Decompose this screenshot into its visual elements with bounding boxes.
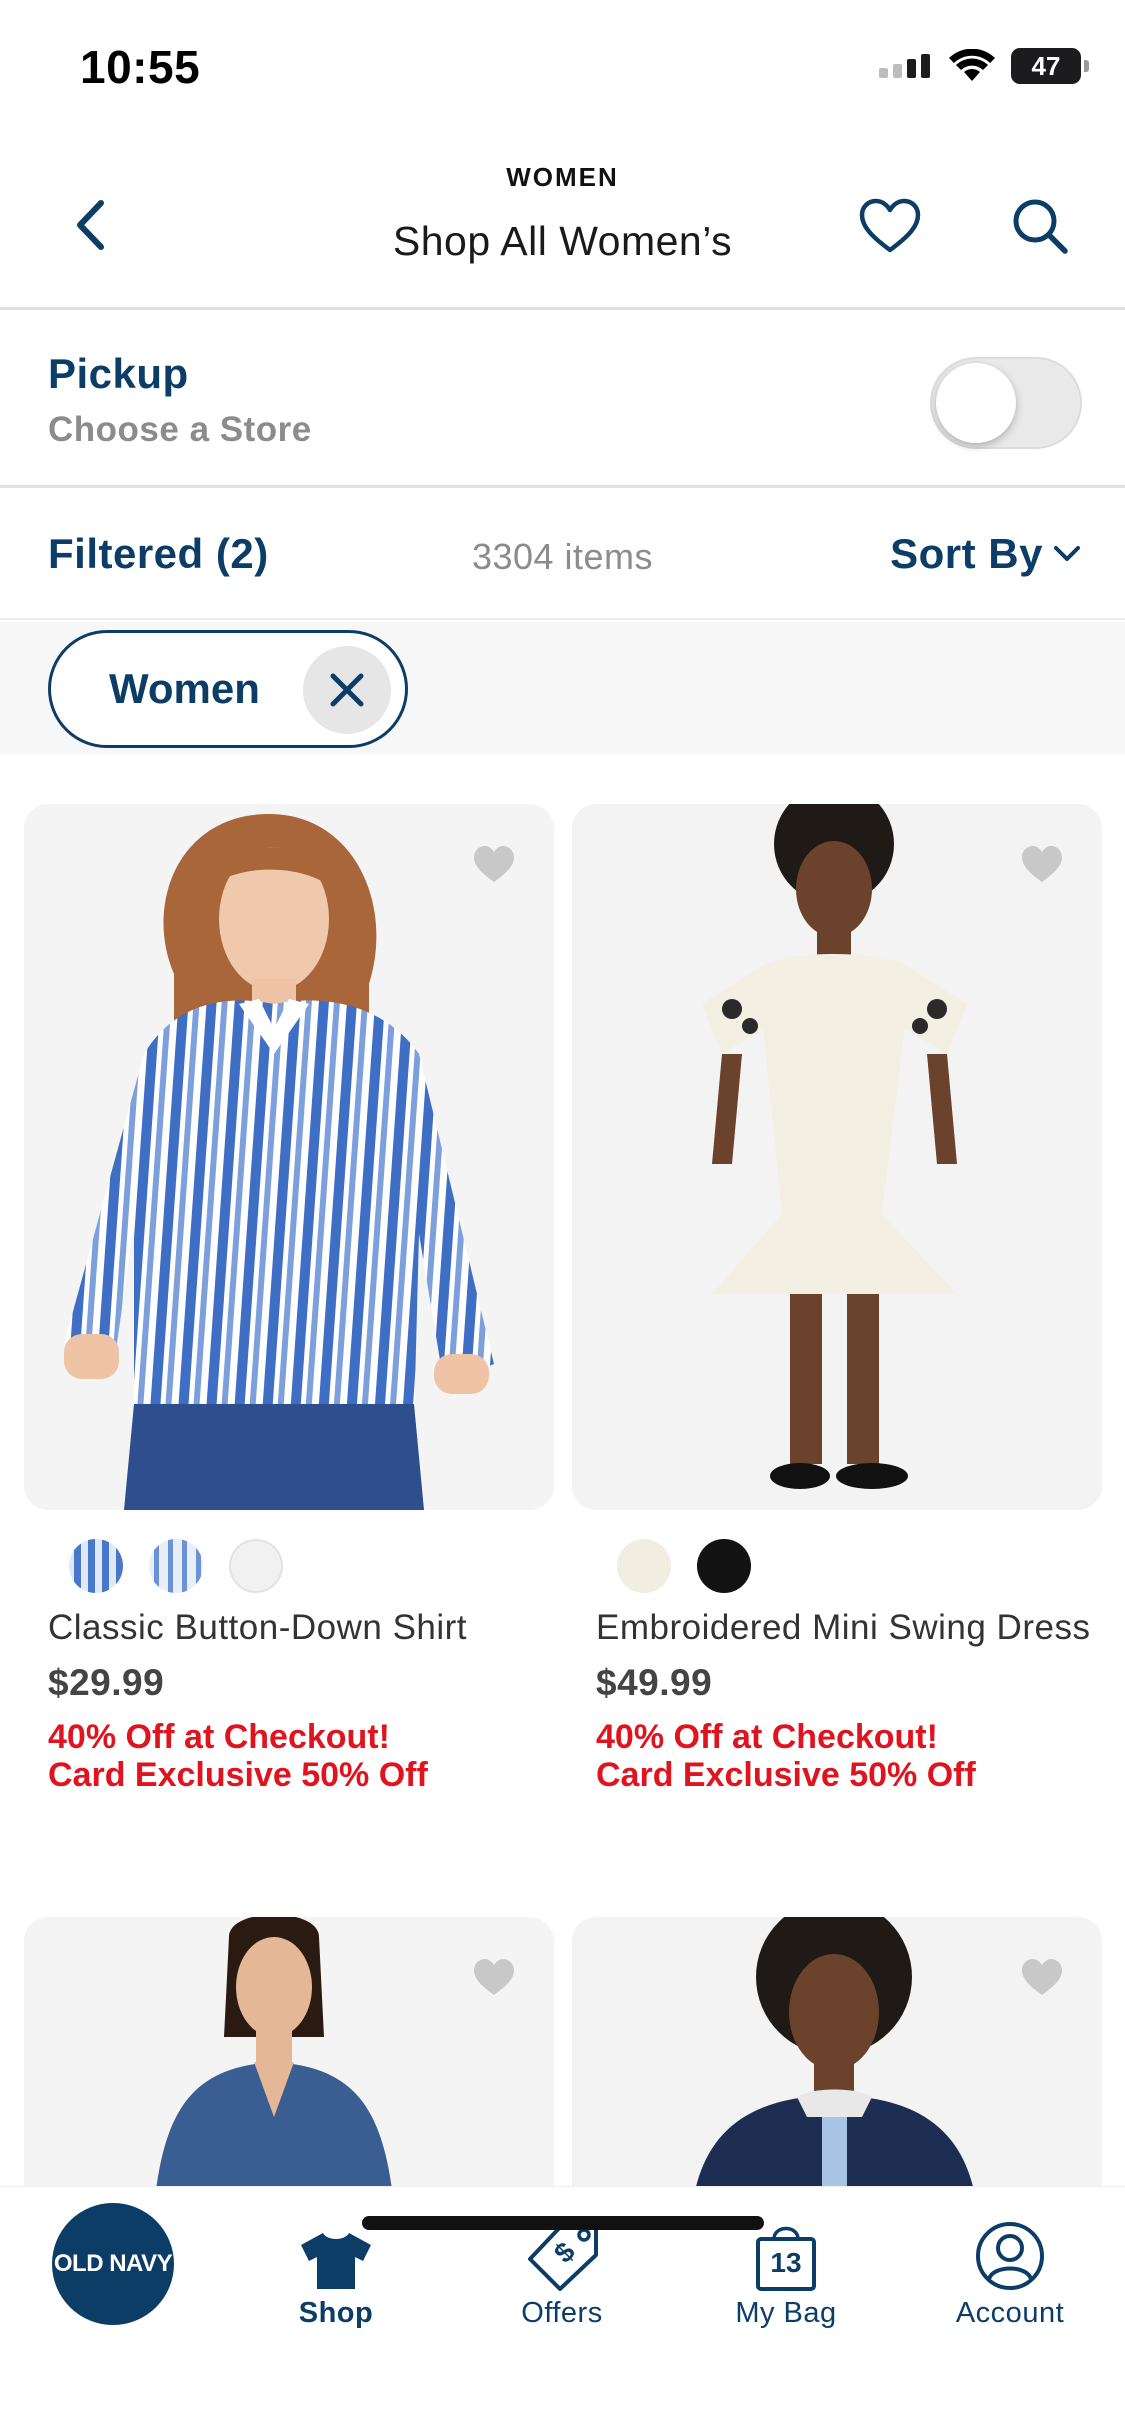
sort-by-button[interactable]: Sort By [890, 530, 1081, 578]
tshirt-icon [301, 2233, 371, 2289]
promo-text: 40% Off at Checkout! [596, 1718, 938, 1756]
pickup-row: Pickup Choose a Store [0, 312, 1125, 488]
product-name[interactable]: Classic Button-Down Shirt [24, 1608, 554, 1648]
chevron-down-icon [1054, 546, 1080, 561]
swatch-blue-stripe-light[interactable] [148, 1538, 204, 1594]
nav-shop-label: Shop [298, 2297, 374, 2329]
product-card[interactable]: Classic Button-Down Shirt $29.99 40% Off… [24, 804, 554, 1794]
category-eyebrow: WOMEN [506, 162, 619, 192]
search-icon [1013, 199, 1068, 254]
close-icon [330, 673, 364, 707]
nav-my-bag[interactable]: 13 My Bag [696, 2213, 876, 2330]
battery-icon: 47 [1011, 48, 1089, 84]
product-name[interactable]: Embroidered Mini Swing Dress [572, 1608, 1102, 1648]
swatch-blue-stripe[interactable] [68, 1538, 124, 1594]
remove-filter-button[interactable] [303, 646, 391, 734]
old-navy-logo[interactable]: OLD NAVY [52, 2203, 174, 2325]
heart-outline-icon [859, 198, 921, 253]
nav-shop[interactable]: Shop [246, 2213, 426, 2330]
bag-count-badge: 13 [770, 2247, 802, 2278]
heart-icon[interactable] [1020, 844, 1064, 884]
product-image[interactable] [24, 804, 554, 1510]
heart-icon[interactable] [472, 844, 516, 884]
color-swatches [24, 1538, 554, 1594]
favorites-button[interactable] [852, 188, 928, 264]
status-bar: 10:55 47 [0, 0, 1125, 140]
status-icons: 47 [879, 48, 1089, 84]
heart-icon[interactable] [472, 1957, 516, 1997]
pickup-toggle[interactable] [930, 357, 1082, 449]
product-image[interactable] [572, 1917, 1102, 2207]
search-button[interactable] [1002, 188, 1078, 264]
swatch-cream[interactable] [616, 1538, 672, 1594]
nav-account[interactable]: Account [920, 2213, 1100, 2330]
card-promo-text: Card Exclusive 50% Off [48, 1756, 428, 1794]
product-image[interactable] [572, 804, 1102, 1510]
toggle-knob [936, 363, 1016, 443]
product-image[interactable] [24, 1917, 554, 2207]
nav-offers-label: Offers [521, 2297, 603, 2329]
shirt-model-photo [64, 814, 494, 1510]
heart-icon[interactable] [1020, 1957, 1064, 1997]
nav-account-label: Account [955, 2297, 1065, 2329]
swatch-white[interactable] [228, 1538, 284, 1594]
nav-offers[interactable]: $ Offers [472, 2213, 652, 2330]
cellular-signal-icon [879, 54, 930, 78]
sort-by-label: Sort By [890, 530, 1043, 577]
account-icon [976, 2222, 1044, 2290]
promo-text: 40% Off at Checkout! [48, 1718, 390, 1756]
product-card[interactable]: Embroidered Mini Swing Dress $49.99 40% … [572, 804, 1102, 1794]
active-filters-bar: Women [0, 622, 1125, 754]
color-swatches [572, 1538, 1102, 1594]
page-title: Shop All Women’s [392, 218, 733, 264]
filter-sort-bar: Filtered (2) 3304 items Sort By [0, 490, 1125, 620]
card-promo-text: Card Exclusive 50% Off [596, 1756, 976, 1794]
product-card[interactable] [572, 1917, 1102, 2207]
wifi-icon [949, 49, 995, 81]
status-time: 10:55 [80, 41, 201, 93]
filter-chip-women[interactable]: Women [48, 630, 408, 748]
pickup-title: Pickup [48, 350, 189, 397]
swatch-black[interactable] [696, 1538, 752, 1594]
product-price: $49.99 [596, 1662, 713, 1703]
dress-model-photo [702, 804, 967, 1489]
filter-chip-label: Women [109, 665, 260, 712]
home-indicator [362, 2216, 764, 2230]
product-card[interactable] [24, 1917, 554, 2207]
product-price: $29.99 [48, 1662, 165, 1703]
nav-my-bag-label: My Bag [735, 2297, 837, 2329]
svg-text:$: $ [548, 2236, 581, 2269]
page-header: WOMEN Shop All Women’s [0, 140, 1125, 310]
choose-store-link[interactable]: Choose a Store [48, 410, 312, 450]
